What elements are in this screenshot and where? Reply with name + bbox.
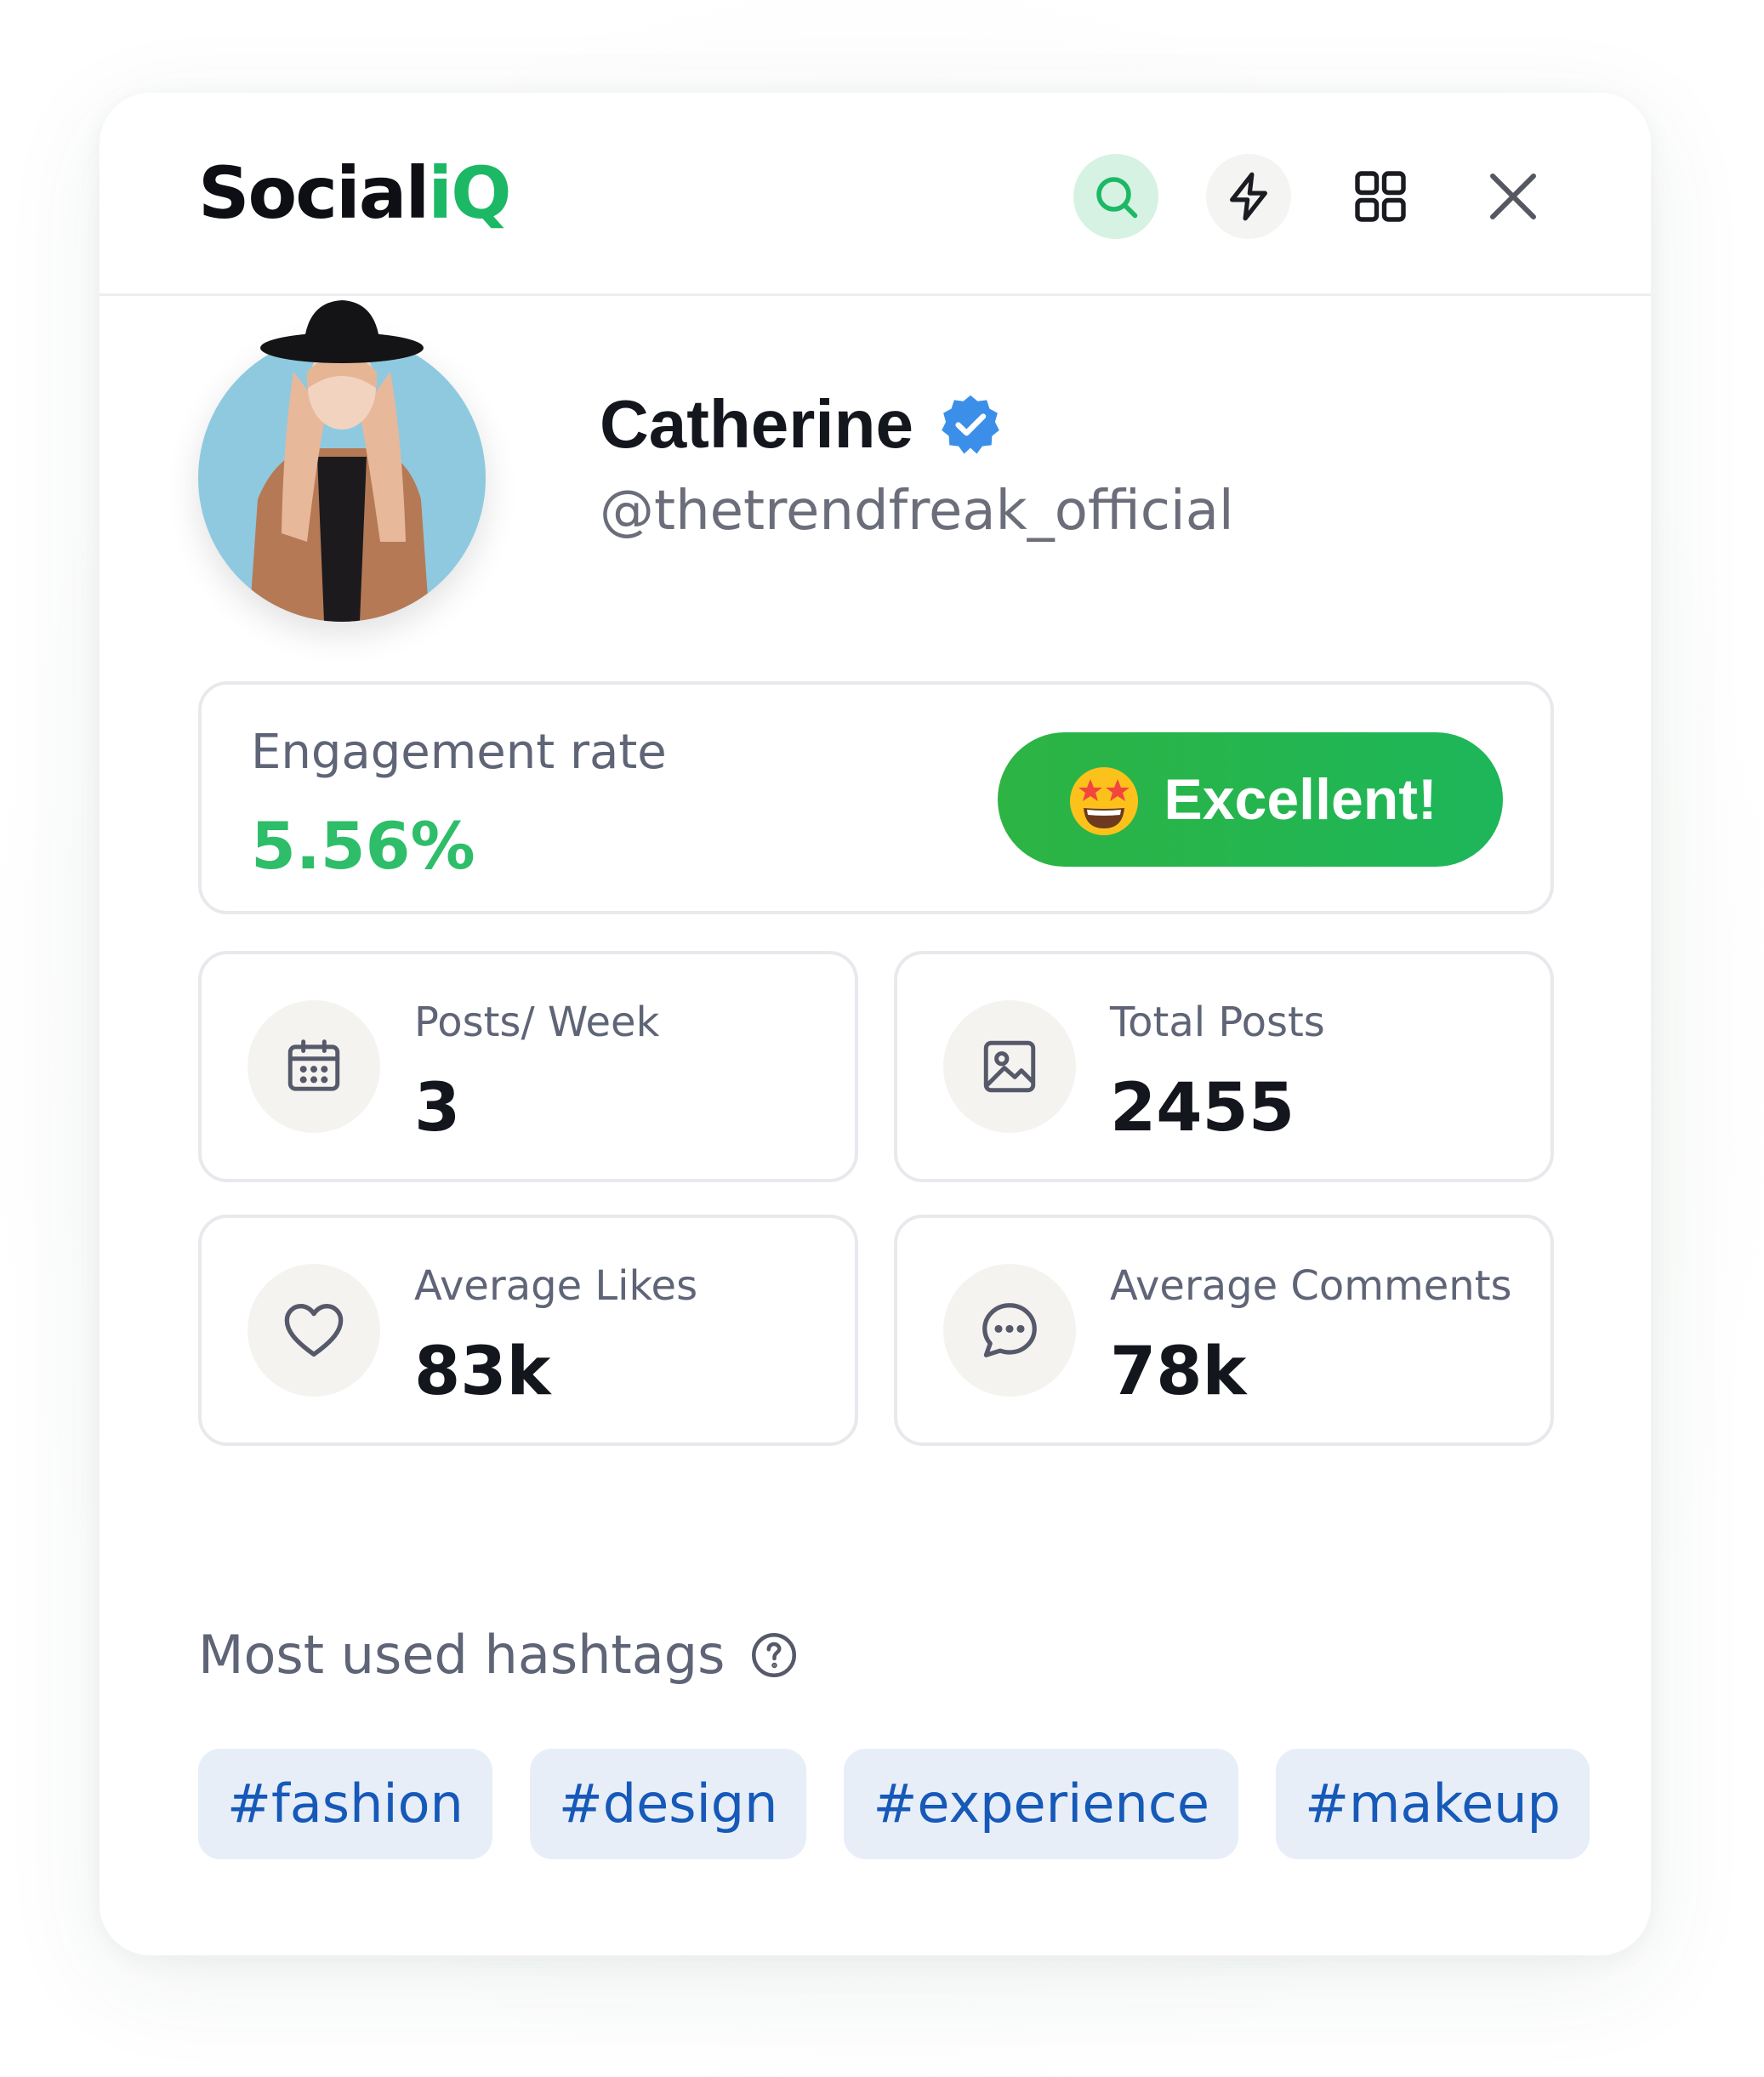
- popup-header: SocialiQ: [100, 93, 1651, 296]
- logo-text: Social: [198, 151, 430, 235]
- stat-value: 78k: [1110, 1334, 1247, 1410]
- hashtag-chip[interactable]: #experience: [844, 1749, 1239, 1859]
- star-struck-emoji-icon: [1070, 767, 1139, 835]
- engagement-rate-label: Engagement rate: [251, 725, 667, 780]
- help-icon[interactable]: [748, 1630, 799, 1681]
- engagement-rate-value: 5.56%: [251, 808, 475, 884]
- engagement-status-badge: Excellent!: [998, 732, 1503, 867]
- avatar[interactable]: [198, 300, 486, 622]
- heart-icon: [284, 1304, 344, 1357]
- bolt-icon: [1230, 172, 1267, 221]
- stat-card-average-comments: Average Comments 78k: [894, 1215, 1554, 1446]
- hashtag-chip[interactable]: #fashion: [198, 1749, 492, 1859]
- verified-badge-icon: [942, 395, 999, 454]
- image-icon: [983, 1040, 1036, 1093]
- search-icon: [1096, 177, 1138, 219]
- grid-icon: [1355, 171, 1406, 222]
- avatar-photo: [249, 300, 430, 622]
- stat-value: 3: [414, 1070, 461, 1147]
- hashtags-title: Most used hashtags: [198, 1624, 726, 1686]
- stat-card-average-likes: Average Likes 83k: [198, 1215, 858, 1446]
- stat-icon-wrap: [248, 1000, 380, 1133]
- stat-label: Total Posts: [1110, 999, 1325, 1046]
- stat-value: 83k: [414, 1334, 551, 1410]
- hashtags-heading: Most used hashtags: [198, 1629, 799, 1682]
- stat-label: Posts/ Week: [414, 999, 660, 1046]
- profile-handle: @thetrendfreak_official: [600, 480, 1234, 543]
- stat-card-posts-per-week: Posts/ Week 3: [198, 951, 858, 1182]
- apps-grid-button[interactable]: [1338, 154, 1423, 239]
- search-button[interactable]: [1073, 154, 1158, 239]
- hashtag-chip[interactable]: #makeup: [1276, 1749, 1590, 1859]
- stat-value: 2455: [1110, 1070, 1295, 1147]
- close-icon: [1490, 174, 1536, 219]
- engagement-rate-card: Engagement rate 5.56% Excellent!: [198, 681, 1554, 914]
- profile-name-row: Catherine: [600, 390, 1004, 458]
- stat-icon-wrap: [248, 1264, 380, 1397]
- comment-icon: [982, 1303, 1037, 1357]
- calendar-icon: [287, 1039, 340, 1091]
- hashtag-list: #fashion #design #experience #makeup: [198, 1749, 1590, 1859]
- stat-icon-wrap: [943, 1264, 1076, 1397]
- profile-popup-card: SocialiQ Catherine @thetrendfreak_offici…: [100, 93, 1651, 1955]
- stat-icon-wrap: [943, 1000, 1076, 1133]
- profile-name: Catherine: [600, 386, 913, 462]
- stat-label: Average Likes: [414, 1262, 698, 1310]
- close-button[interactable]: [1471, 154, 1556, 239]
- engagement-status-label: Excellent!: [1164, 767, 1437, 832]
- hashtag-chip[interactable]: #design: [529, 1749, 807, 1859]
- quick-actions-button[interactable]: [1206, 154, 1291, 239]
- stat-card-total-posts: Total Posts 2455: [894, 951, 1554, 1182]
- app-logo: SocialiQ: [198, 157, 511, 229]
- logo-accent-text: iQ: [428, 151, 511, 235]
- stat-label: Average Comments: [1110, 1262, 1512, 1310]
